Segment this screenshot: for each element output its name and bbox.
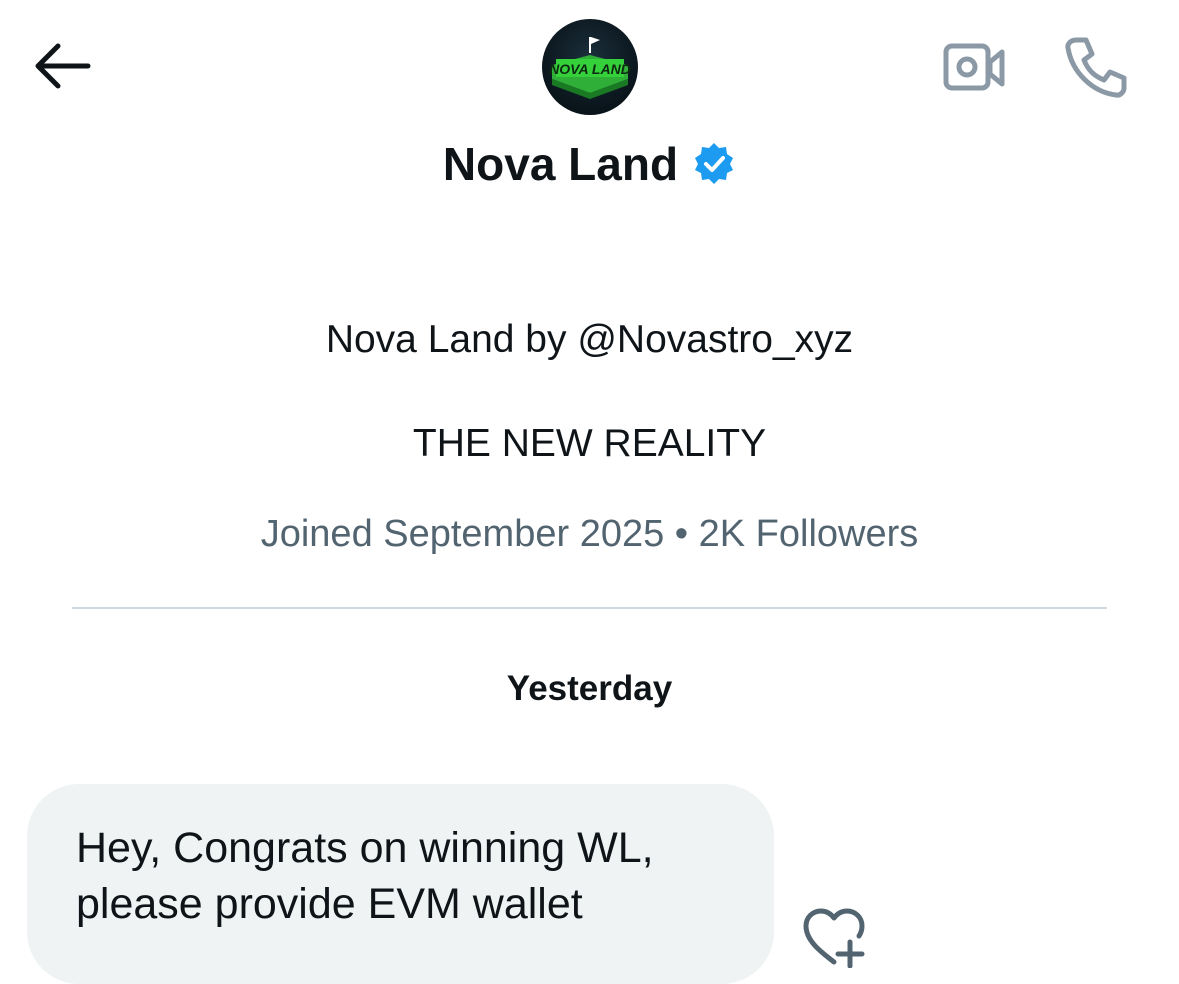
- phone-call-button[interactable]: [1062, 34, 1128, 100]
- nova-land-logo: NOVA LAND: [549, 37, 631, 99]
- react-button[interactable]: [800, 906, 868, 969]
- profile-bio-line-2: THE NEW REALITY: [412, 422, 767, 465]
- message-text: Hey, Congrats on winning WL, please prov…: [76, 824, 654, 928]
- verified-badge-icon: [692, 139, 736, 184]
- profile-meta: Joined September 2025 • 2K Followers: [260, 513, 919, 555]
- phone-icon: [1065, 37, 1127, 98]
- video-call-button[interactable]: [942, 40, 1008, 96]
- svg-text:NOVA LAND: NOVA LAND: [549, 61, 631, 77]
- profile-bio-line-1: Nova Land by @Novastro_xyz: [325, 318, 854, 361]
- avatar[interactable]: NOVA LAND: [542, 19, 638, 115]
- profile-name[interactable]: Nova Land: [0, 134, 1179, 194]
- arrow-left-icon: [35, 43, 91, 89]
- back-button[interactable]: [30, 40, 92, 92]
- heart-plus-icon: [803, 908, 865, 969]
- divider: [72, 607, 1107, 609]
- profile-name-text: Nova Land: [442, 138, 679, 190]
- date-separator: Yesterday: [506, 669, 673, 708]
- video-camera-icon: [943, 43, 1005, 91]
